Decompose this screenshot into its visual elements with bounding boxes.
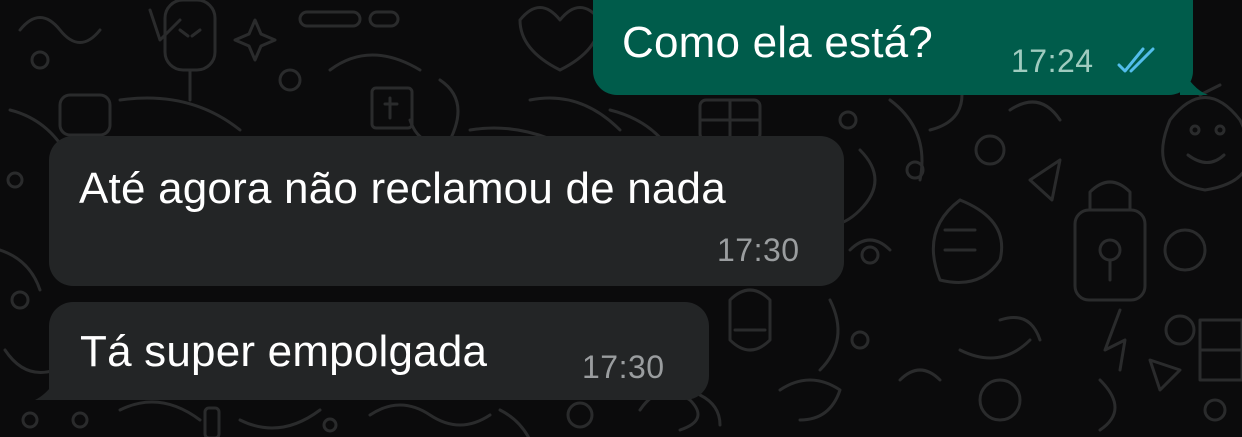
message-bubble-incoming[interactable]: Tá super empolgada 17:30 — [49, 302, 709, 400]
message-timestamp: 17:30 — [717, 232, 800, 268]
message-bubble-outgoing[interactable]: Como ela está? 17:24 — [593, 0, 1193, 95]
message-timestamp: 17:30 — [582, 349, 665, 385]
message-timestamp: 17:24 — [1011, 43, 1094, 79]
message-text: Como ela está? — [622, 18, 933, 67]
message-text: Até agora não reclamou de nada — [79, 164, 726, 213]
message-text: Tá super empolgada — [80, 327, 488, 376]
double-check-read-icon — [1117, 47, 1155, 73]
message-bubble-incoming[interactable]: Até agora não reclamou de nada 17:30 — [49, 136, 844, 286]
bubble-tail-outgoing — [1180, 65, 1208, 95]
bubble-tail-incoming — [35, 370, 61, 400]
